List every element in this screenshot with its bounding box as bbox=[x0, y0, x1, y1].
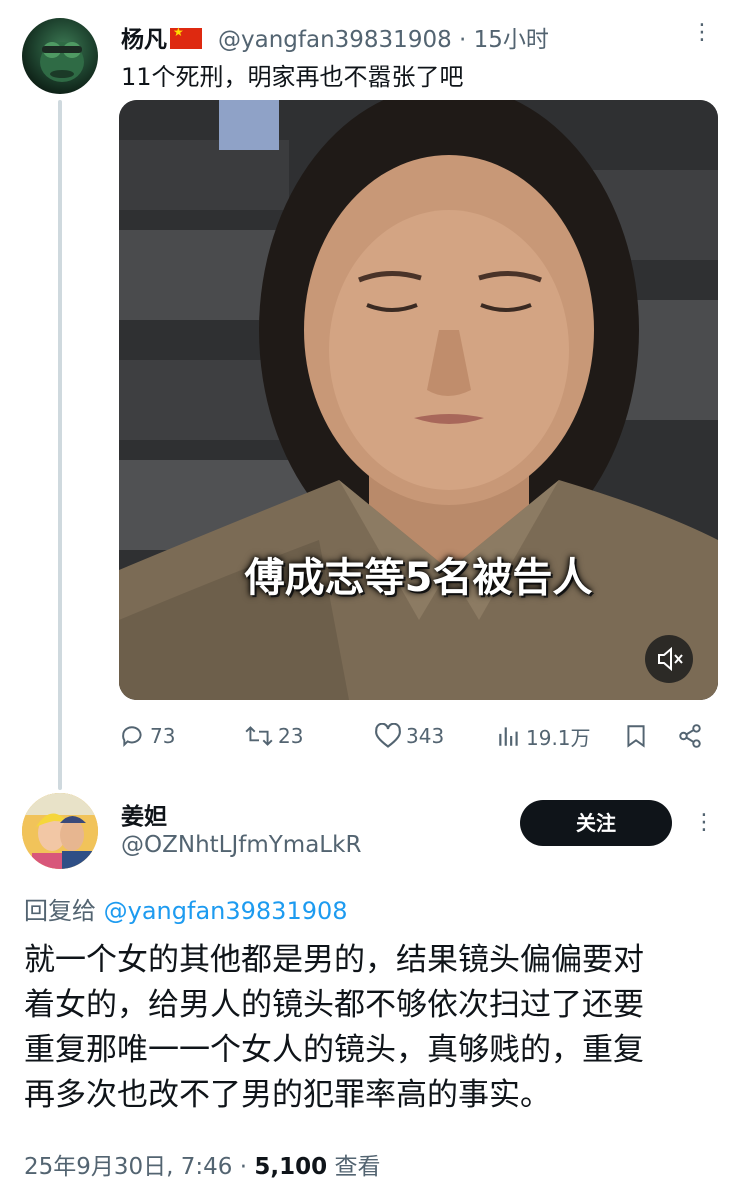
share-action[interactable] bbox=[677, 718, 703, 754]
share-icon bbox=[679, 724, 701, 748]
reply-action[interactable]: 73 bbox=[120, 718, 175, 754]
views-icon bbox=[499, 727, 518, 746]
reply-view-label: 查看 bbox=[334, 1154, 381, 1180]
reply-to-mention[interactable]: @yangfan39831908 bbox=[104, 897, 348, 925]
comic-avatar-image bbox=[22, 793, 98, 869]
timestamp[interactable]: 15小时 bbox=[474, 27, 549, 53]
follow-button[interactable]: 关注 bbox=[520, 800, 672, 846]
views-action[interactable]: 19.1万 bbox=[496, 718, 591, 754]
thread-line bbox=[58, 100, 62, 790]
frog-avatar-image bbox=[40, 42, 84, 82]
reply-to-line: 回复给 @yangfan39831908 bbox=[24, 891, 348, 926]
heart-icon bbox=[375, 723, 401, 748]
china-flag-icon bbox=[170, 25, 202, 49]
tweet-text: 11个死刑，明家再也不嚣张了吧 bbox=[121, 63, 464, 91]
reply-text-line: 就一个女的其他都是男的，结果镜头偏偏要对 bbox=[24, 942, 644, 978]
like-action[interactable]: 343 bbox=[374, 718, 444, 754]
bookmark-icon bbox=[627, 725, 645, 748]
retweet-count: 23 bbox=[278, 724, 304, 748]
view-count: 19.1万 bbox=[526, 725, 591, 750]
reply-text-line: 着女的，给男人的镜头都不够依次扫过了还要 bbox=[24, 987, 644, 1023]
author-avatar[interactable] bbox=[22, 18, 98, 94]
reply-date[interactable]: 25年9月30日, 7:46 bbox=[24, 1154, 232, 1180]
reply-author-name[interactable]: 姜妲 bbox=[121, 797, 167, 831]
author-name[interactable]: 杨凡 bbox=[121, 20, 202, 54]
reply-view-count: 5,100 bbox=[254, 1154, 328, 1180]
video-caption: 傅成志等5名被告人 bbox=[244, 555, 593, 601]
reply-text-line: 再多次也改不了男的犯罪率高的事实。 bbox=[24, 1077, 551, 1113]
bookmark-action[interactable] bbox=[623, 718, 649, 754]
retweet-icon bbox=[245, 726, 273, 746]
reply-to-label: 回复给 bbox=[24, 897, 96, 925]
reply-author-handle[interactable]: @OZNhtLJfmYmaLkR bbox=[121, 832, 361, 858]
video-frame bbox=[119, 100, 718, 700]
more-icon[interactable]: ⋮ bbox=[692, 808, 716, 838]
video-player[interactable] bbox=[119, 100, 718, 700]
mute-button[interactable] bbox=[645, 635, 693, 683]
author-handle[interactable]: @yangfan39831908 bbox=[218, 27, 452, 53]
reply-meta: 25年9月30日, 7:46 · 5,100 查看 bbox=[24, 1147, 380, 1181]
like-count: 343 bbox=[406, 724, 445, 748]
mute-icon bbox=[658, 646, 683, 672]
meta-separator: · bbox=[239, 1154, 248, 1180]
author-handle-line: @yangfan39831908 · 15小时 bbox=[218, 20, 549, 54]
reply-author-avatar[interactable] bbox=[22, 793, 98, 869]
more-icon[interactable]: ⋮ bbox=[690, 18, 714, 48]
separator-dot: · bbox=[459, 27, 467, 53]
reply-icon bbox=[122, 726, 142, 748]
reply-count: 73 bbox=[150, 724, 176, 748]
retweet-action[interactable]: 23 bbox=[244, 718, 303, 754]
reply-text-line: 重复那唯一一个女人的镜头，真够贱的，重复 bbox=[24, 1032, 644, 1068]
reply-text: 就一个女的其他都是男的，结果镜头偏偏要对 着女的，给男人的镜头都不够依次扫过了还… bbox=[24, 938, 724, 1118]
